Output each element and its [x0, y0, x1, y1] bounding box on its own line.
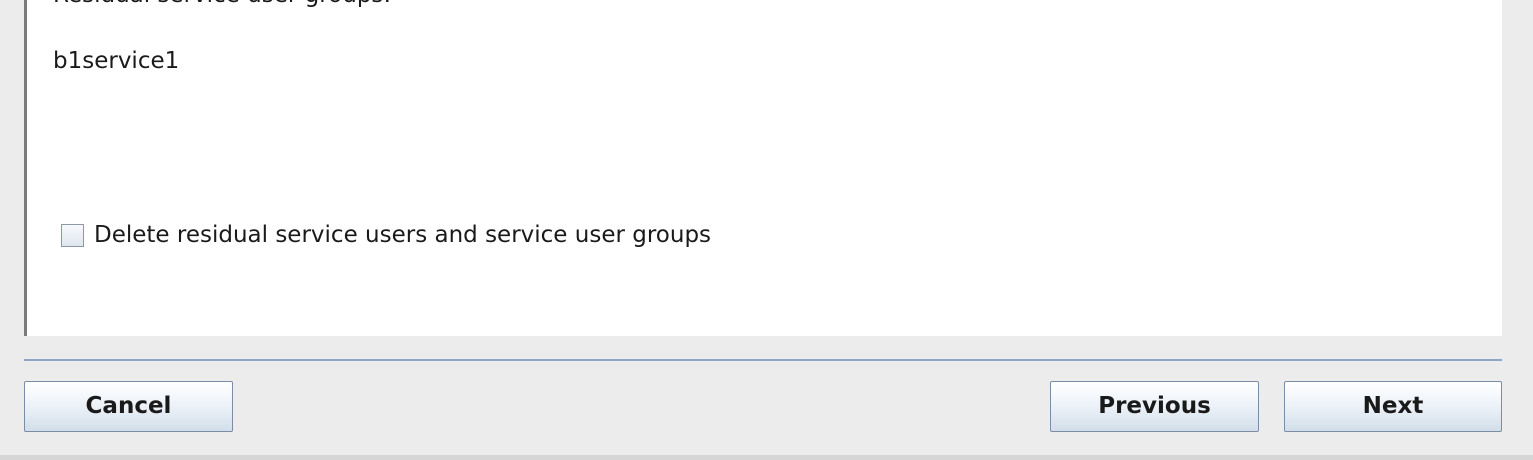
cancel-button[interactable]: Cancel — [24, 381, 233, 432]
residual-group-item: b1service1 — [53, 48, 180, 74]
previous-button[interactable]: Previous — [1050, 381, 1259, 432]
next-button[interactable]: Next — [1284, 381, 1502, 432]
window-bottom-edge — [0, 455, 1533, 460]
button-separator — [24, 359, 1502, 361]
delete-residual-checkbox-label[interactable]: Delete residual service users and servic… — [94, 222, 711, 248]
delete-residual-checkbox[interactable] — [61, 223, 84, 247]
content-panel: Residual service user groups: b1service1… — [24, 0, 1502, 336]
residual-groups-heading: Residual service user groups: — [53, 0, 391, 8]
delete-residual-checkbox-row[interactable]: Delete residual service users and servic… — [61, 222, 711, 248]
wizard-window: Residual service user groups: b1service1… — [0, 0, 1533, 460]
